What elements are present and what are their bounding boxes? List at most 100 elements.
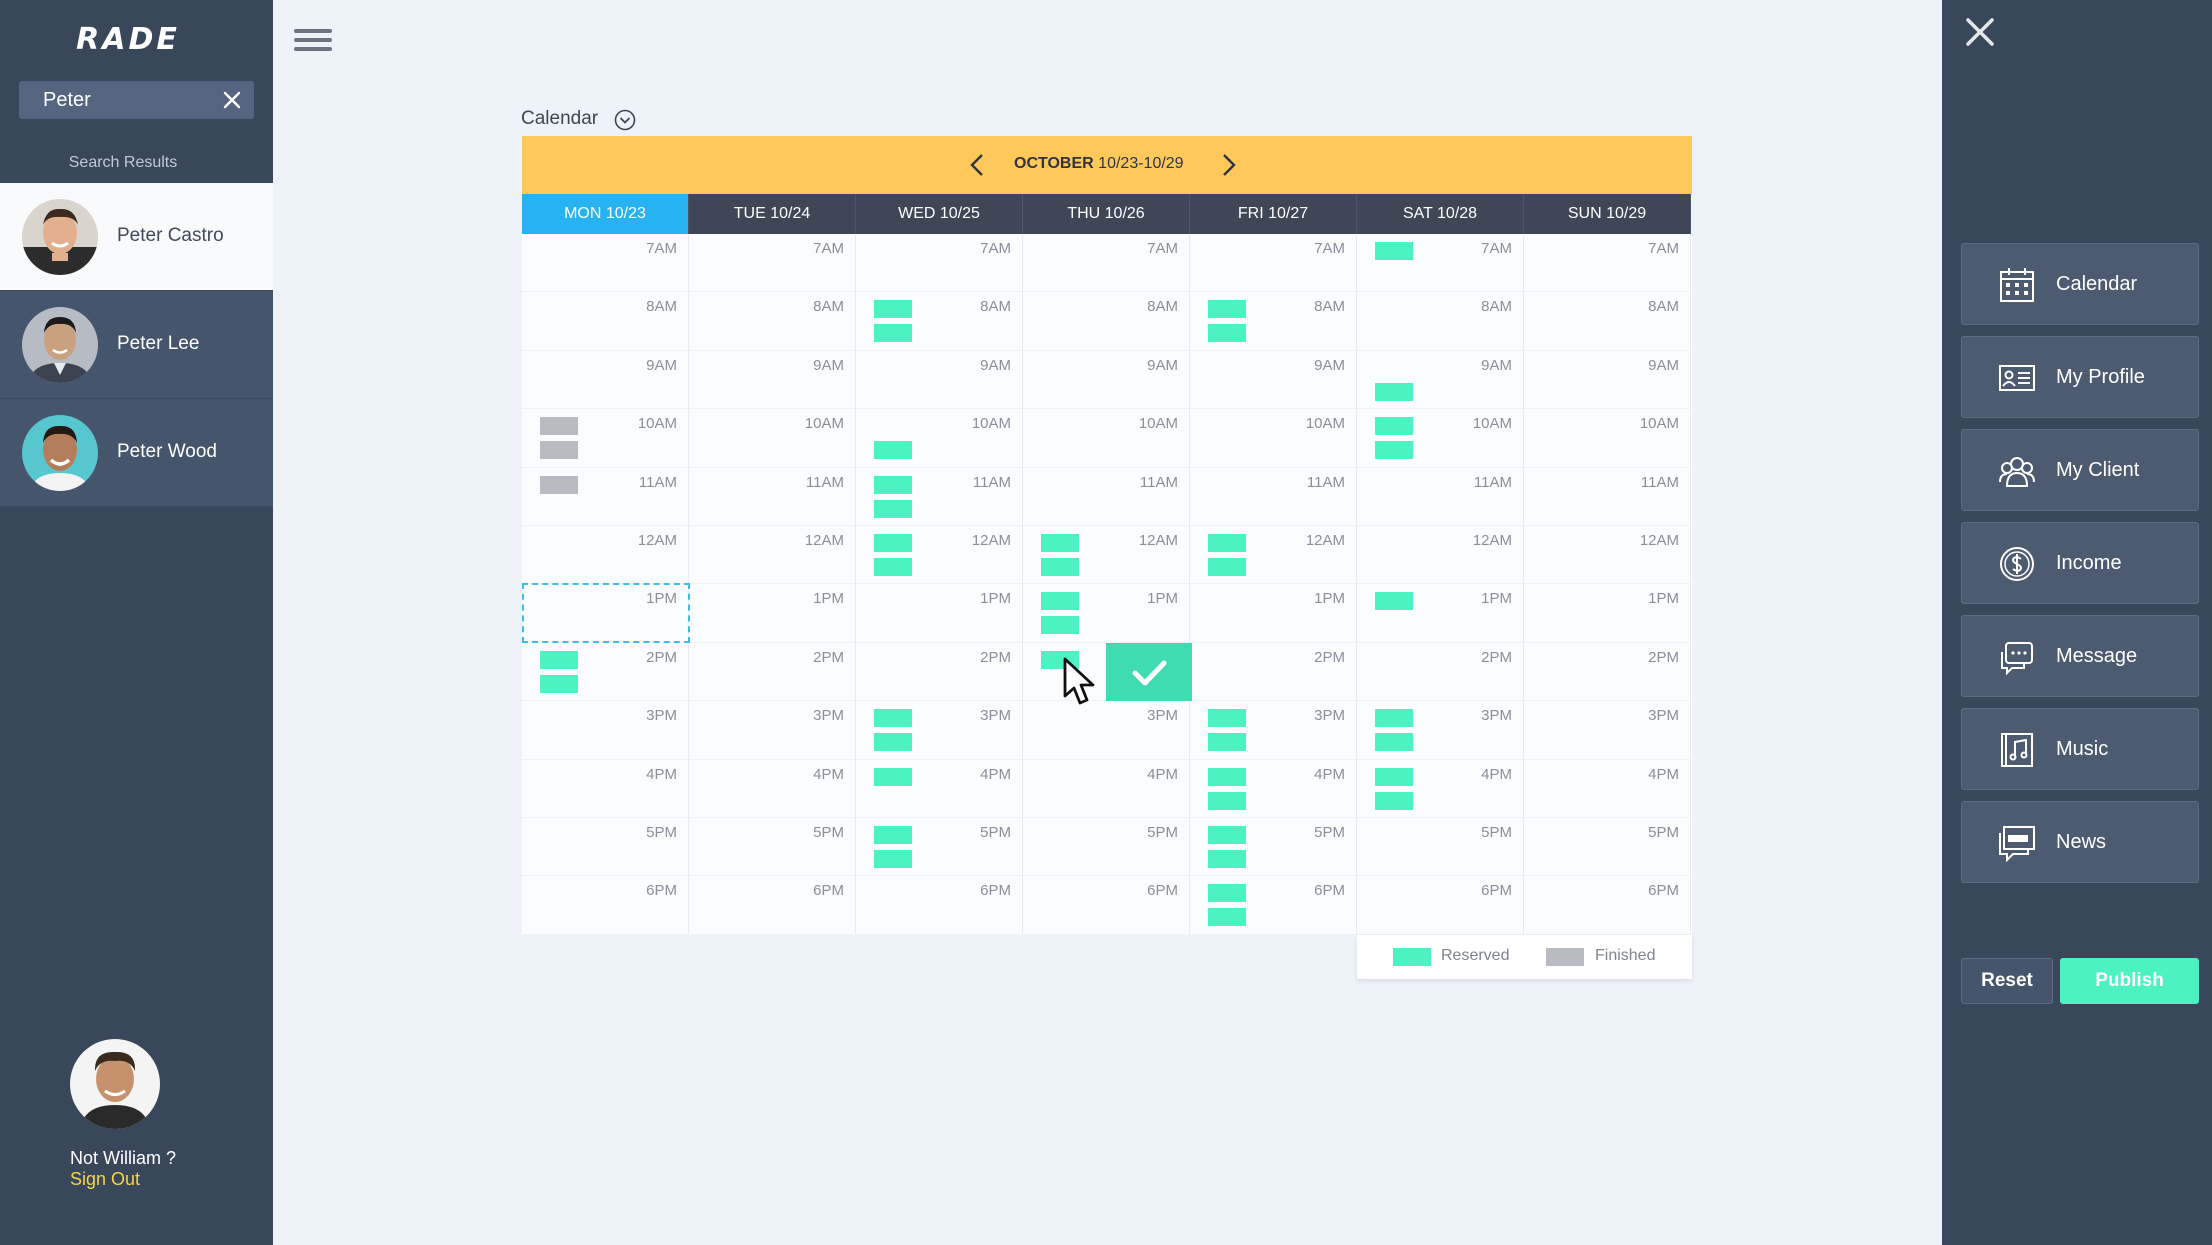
finished-block[interactable] [540,417,578,436]
reserved-block[interactable] [1208,324,1246,343]
time-slot[interactable]: 4PM [1023,759,1190,818]
reserved-block[interactable] [540,674,578,693]
time-slot[interactable]: 11AM [1524,467,1691,526]
time-slot[interactable]: 7AM [689,234,856,293]
menu-income-button[interactable]: Income [1961,522,2199,604]
reserved-block[interactable] [1375,417,1413,436]
time-slot[interactable]: 11AM [689,467,856,526]
day-header-4[interactable]: FRI 10/27 [1190,194,1357,234]
reserved-block[interactable] [1041,534,1079,552]
time-slot[interactable]: 5PM [522,818,689,877]
selected-slot[interactable] [522,583,690,643]
finished-block[interactable] [540,475,578,494]
menu-my-profile-button[interactable]: My Profile [1961,336,2199,418]
reserved-block[interactable] [1041,558,1079,576]
reserved-block[interactable] [1375,791,1413,810]
time-slot[interactable]: 8AM [1524,292,1691,351]
reserved-block[interactable] [1208,850,1246,868]
reserved-block[interactable] [874,826,912,844]
reserved-block[interactable] [1208,908,1246,927]
reserved-block[interactable] [1375,382,1413,401]
menu-news-button[interactable]: News [1961,801,2199,883]
time-slot[interactable]: 3PM [689,701,856,760]
time-slot[interactable]: 8AM [522,292,689,351]
current-user-avatar[interactable] [70,1039,160,1129]
menu-calendar-button[interactable]: Calendar [1961,243,2199,325]
time-slot[interactable]: 10AM [689,409,856,468]
time-slot[interactable]: 2PM [1190,642,1357,702]
finished-block[interactable] [540,441,578,460]
time-slot[interactable]: 6PM [522,876,689,935]
time-slot[interactable]: 9AM [689,350,856,410]
time-slot[interactable]: 9AM [1023,350,1190,410]
reserved-block[interactable] [874,534,912,552]
time-slot[interactable]: 4PM [1524,759,1691,818]
time-slot[interactable]: 2PM [1524,642,1691,702]
time-slot[interactable]: 9AM [1190,350,1357,410]
reserved-block[interactable] [1375,441,1413,460]
reserved-block[interactable] [874,558,912,576]
time-slot[interactable]: 6PM [689,876,856,935]
day-header-6[interactable]: SUN 10/29 [1524,194,1691,234]
time-slot[interactable]: 7AM [1524,234,1691,293]
time-slot[interactable]: 5PM [689,818,856,877]
reserved-block[interactable] [1375,767,1413,786]
reserved-block[interactable] [1208,826,1246,844]
time-slot[interactable]: 12AM [1357,526,1524,585]
reserved-block[interactable] [874,767,912,786]
reserved-block[interactable] [1208,767,1246,786]
time-slot[interactable]: 7AM [1190,234,1357,293]
reserved-block[interactable] [1208,884,1246,903]
time-slot[interactable]: 1PM [1524,584,1691,643]
time-slot[interactable]: 11AM [1023,467,1190,526]
menu-my-client-button[interactable]: My Client [1961,429,2199,511]
reserved-block[interactable] [874,850,912,868]
confirm-slot-button[interactable] [1106,643,1192,701]
menu-message-button[interactable]: Message [1961,615,2199,697]
time-slot[interactable]: 5PM [1023,818,1190,877]
previous-week-icon[interactable] [966,151,988,179]
time-slot[interactable]: 3PM [1524,701,1691,760]
time-slot[interactable]: 1PM [689,584,856,643]
reserved-block[interactable] [874,441,912,460]
time-slot[interactable]: 12AM [689,526,856,585]
time-slot[interactable]: 1PM [1190,584,1357,643]
next-week-icon[interactable] [1218,151,1240,179]
reserved-block[interactable] [1208,791,1246,810]
close-icon[interactable] [1964,16,1996,48]
search-input[interactable] [19,81,209,119]
time-slot[interactable]: 11AM [1190,467,1357,526]
time-slot[interactable]: 6PM [1023,876,1190,935]
time-slot[interactable]: 2PM [856,642,1023,702]
reserved-block[interactable] [874,475,912,494]
reserved-block[interactable] [1208,558,1246,576]
reserved-block[interactable] [1041,592,1079,611]
time-slot[interactable]: 9AM [856,350,1023,410]
day-header-0[interactable]: MON 10/23 [522,194,689,234]
reserved-block[interactable] [874,709,912,728]
time-slot[interactable]: 6PM [1357,876,1524,935]
time-slot[interactable]: 7AM [522,234,689,293]
reserved-block[interactable] [1375,592,1413,611]
clear-search-icon[interactable] [222,90,242,110]
time-slot[interactable]: 1PM [856,584,1023,643]
search-result-peter-lee[interactable]: Peter Lee [0,291,273,399]
time-slot[interactable]: 8AM [1357,292,1524,351]
reserved-block[interactable] [874,733,912,752]
reserved-block[interactable] [1208,709,1246,728]
publish-button[interactable]: Publish [2060,958,2199,1004]
time-slot[interactable]: 12AM [1524,526,1691,585]
time-slot[interactable]: 10AM [1190,409,1357,468]
sign-out-link[interactable]: Sign Out [70,1169,140,1190]
hamburger-menu-icon[interactable] [294,29,332,55]
reserved-block[interactable] [1041,616,1079,635]
time-slot[interactable]: 9AM [1524,350,1691,410]
time-slot[interactable]: 8AM [1023,292,1190,351]
time-slot[interactable]: 10AM [1023,409,1190,468]
time-slot[interactable]: 2PM [1357,642,1524,702]
time-slot[interactable]: 5PM [1524,818,1691,877]
time-slot[interactable]: 5PM [1357,818,1524,877]
chevron-down-icon[interactable] [614,109,636,131]
day-header-2[interactable]: WED 10/25 [856,194,1023,234]
search-result-peter-castro[interactable]: Peter Castro [0,183,273,291]
